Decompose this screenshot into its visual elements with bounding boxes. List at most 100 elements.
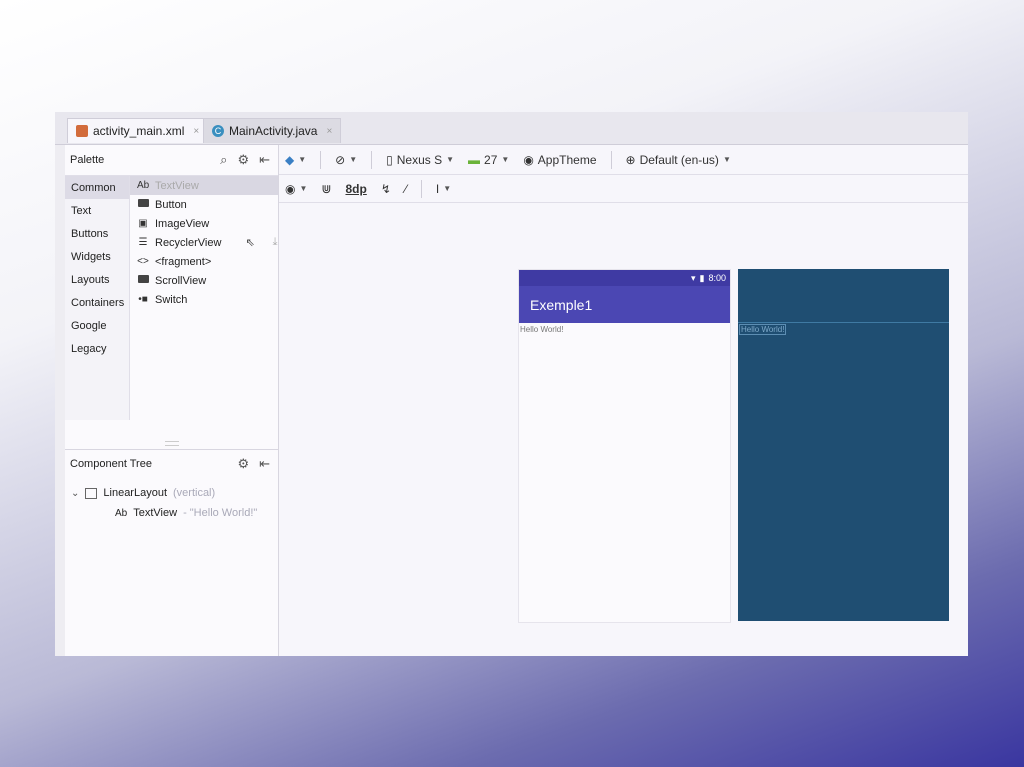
category-common[interactable]: Common bbox=[65, 176, 129, 199]
gear-icon[interactable]: ⚙ bbox=[237, 152, 249, 168]
palette-item-textview[interactable]: Ab TextView bbox=[130, 176, 278, 195]
editor-tab-bar: activity_main.xml × C MainActivity.java … bbox=[55, 112, 968, 145]
category-legacy[interactable]: Legacy bbox=[65, 337, 129, 360]
category-text[interactable]: Text bbox=[65, 199, 129, 222]
api-label: 27 bbox=[484, 152, 498, 167]
category-containers[interactable]: Containers bbox=[65, 291, 129, 314]
gear-icon[interactable]: ⚙ bbox=[237, 456, 249, 472]
tab-main-activity-java[interactable]: C MainActivity.java × bbox=[203, 118, 342, 143]
category-layouts[interactable]: Layouts bbox=[65, 268, 129, 291]
component-tree-header: Component Tree ⚙ ⇤ bbox=[65, 449, 278, 478]
layers-dropdown[interactable]: ◆ ▼ bbox=[285, 153, 306, 167]
collapse-icon[interactable]: ⇤ bbox=[259, 152, 270, 168]
blueprint-divider bbox=[738, 322, 949, 323]
design-preview[interactable]: ▾ ▮ 8:00 Exemple1 Hello World! bbox=[518, 269, 731, 623]
rotate-icon: ⊘ bbox=[335, 152, 346, 167]
item-label: Switch bbox=[155, 293, 188, 306]
category-widgets[interactable]: Widgets bbox=[65, 245, 129, 268]
palette-categories: Common Text Buttons Widgets Layouts Cont… bbox=[65, 176, 130, 420]
switch-icon: •■ bbox=[138, 294, 148, 305]
infer-constraints-button[interactable]: ⁄ bbox=[405, 182, 407, 196]
status-time: 8:00 bbox=[708, 273, 726, 283]
download-icon[interactable]: ⤓ bbox=[273, 236, 278, 249]
blueprint-hello-textview[interactable]: Hello World! bbox=[739, 324, 787, 335]
node-sub: (vertical) bbox=[173, 487, 216, 499]
globe-icon: ⊕ bbox=[625, 152, 636, 167]
locale-dropdown[interactable]: ⊕ Default (en-us) ▼ bbox=[626, 153, 731, 167]
node-label: LinearLayout bbox=[103, 487, 167, 499]
collapse-icon[interactable]: ⇤ bbox=[259, 456, 270, 472]
layout-toolbar: ◉ ▼ ⋓ 8dp ↯ ⁄ I ▼ bbox=[279, 175, 968, 203]
device-dropdown[interactable]: ▯ Nexus S ▼ bbox=[386, 153, 454, 167]
locale-label: Default (en-us) bbox=[639, 152, 719, 167]
code-icon: <> bbox=[137, 256, 149, 267]
view-options-dropdown[interactable]: ◉ ▼ bbox=[285, 182, 307, 196]
side-tool-strip bbox=[55, 145, 65, 656]
palette-header: Palette ⌕ ⚙ ⇤ bbox=[65, 145, 278, 176]
image-icon: ▣ bbox=[138, 218, 148, 229]
tab-activity-main-xml[interactable]: activity_main.xml × bbox=[67, 118, 209, 143]
wifi-icon: ▾ bbox=[690, 272, 696, 283]
cursor-pointer-icon: ⇖ bbox=[245, 237, 255, 249]
close-icon[interactable]: × bbox=[193, 126, 199, 137]
text-baseline-icon: I bbox=[435, 181, 440, 196]
chevron-down-icon[interactable]: ⌄ bbox=[71, 488, 79, 499]
magic-wand-icon: ⁄ bbox=[404, 181, 407, 196]
button-icon bbox=[137, 199, 149, 210]
android-icon: ▬ bbox=[468, 152, 481, 167]
margin-label: 8dp bbox=[345, 181, 367, 196]
xml-layout-icon bbox=[76, 125, 88, 137]
default-margin-dropdown[interactable]: 8dp bbox=[345, 182, 366, 196]
search-icon[interactable]: ⌕ bbox=[220, 152, 227, 168]
list-icon: ☰ bbox=[138, 237, 148, 248]
node-sub: - "Hello World!" bbox=[183, 507, 258, 519]
android-studio-window: activity_main.xml × C MainActivity.java … bbox=[55, 112, 968, 656]
clear-constraints-icon: ↯ bbox=[380, 181, 391, 196]
hello-textview[interactable]: Hello World! bbox=[520, 325, 563, 334]
device-status-bar: ▾ ▮ 8:00 bbox=[519, 270, 730, 286]
close-icon[interactable]: × bbox=[326, 126, 332, 137]
category-google[interactable]: Google bbox=[65, 314, 129, 337]
theme-button[interactable]: ◉ AppTheme bbox=[523, 153, 596, 167]
palette-item-scrollview[interactable]: ScrollView bbox=[130, 271, 278, 290]
palette-item-button[interactable]: Button bbox=[130, 195, 278, 214]
palette-item-switch[interactable]: •■ Switch bbox=[130, 290, 278, 309]
tree-node-textview[interactable]: Ab TextView - "Hello World!" bbox=[71, 503, 276, 523]
item-label: Button bbox=[155, 198, 187, 211]
palette-item-imageview[interactable]: ▣ ImageView bbox=[130, 214, 278, 233]
node-label: TextView bbox=[133, 507, 178, 519]
battery-icon: ▮ bbox=[699, 272, 705, 283]
component-tree-title: Component Tree bbox=[70, 458, 152, 470]
theme-label: AppTheme bbox=[537, 152, 597, 167]
item-label: <fragment> bbox=[155, 255, 212, 268]
component-tree: ⌄ LinearLayout (vertical) Ab TextView - … bbox=[71, 483, 276, 523]
tree-node-linearlayout[interactable]: ⌄ LinearLayout (vertical) bbox=[71, 483, 276, 503]
blueprint-preview[interactable]: Hello World! bbox=[738, 269, 949, 621]
item-label: TextView bbox=[155, 179, 199, 192]
design-toolbar: ◆ ▼ ⊘ ▼ ▯ Nexus S ▼ ▬ 27 ▼ ◉ AppTheme ⊕ De… bbox=[279, 145, 968, 175]
app-bar: Exemple1 bbox=[519, 286, 730, 323]
phone-icon: ▯ bbox=[386, 152, 393, 167]
palette-item-recyclerview[interactable]: ☰ RecyclerView ⇖ ⤓ bbox=[130, 233, 278, 252]
magnet-icon: ⋓ bbox=[321, 181, 332, 196]
api-dropdown[interactable]: ▬ 27 ▼ bbox=[468, 153, 509, 167]
left-panel: Palette ⌕ ⚙ ⇤ Common Text Buttons Widget… bbox=[65, 145, 279, 656]
layers-icon: ◆ bbox=[285, 152, 295, 167]
palette-item-fragment[interactable]: <> <fragment> bbox=[130, 252, 278, 271]
palette-title: Palette bbox=[70, 154, 105, 166]
orientation-dropdown[interactable]: ⊘ ▼ bbox=[335, 153, 357, 167]
textview-icon: Ab bbox=[115, 507, 128, 519]
align-dropdown[interactable]: I ▼ bbox=[436, 182, 451, 196]
tab-label: MainActivity.java bbox=[229, 124, 318, 138]
clear-constraints-button[interactable]: ↯ bbox=[381, 182, 391, 196]
splitter-handle[interactable] bbox=[165, 441, 179, 446]
item-label: RecyclerView bbox=[155, 236, 222, 249]
autoconnect-toggle[interactable]: ⋓ bbox=[321, 182, 331, 196]
tab-label: activity_main.xml bbox=[93, 124, 185, 138]
linearlayout-icon bbox=[85, 487, 98, 499]
app-title: Exemple1 bbox=[530, 296, 593, 313]
textview-icon: Ab bbox=[137, 180, 150, 191]
java-class-icon: C bbox=[212, 125, 224, 137]
theme-icon: ◉ bbox=[523, 152, 534, 167]
category-buttons[interactable]: Buttons bbox=[65, 222, 129, 245]
